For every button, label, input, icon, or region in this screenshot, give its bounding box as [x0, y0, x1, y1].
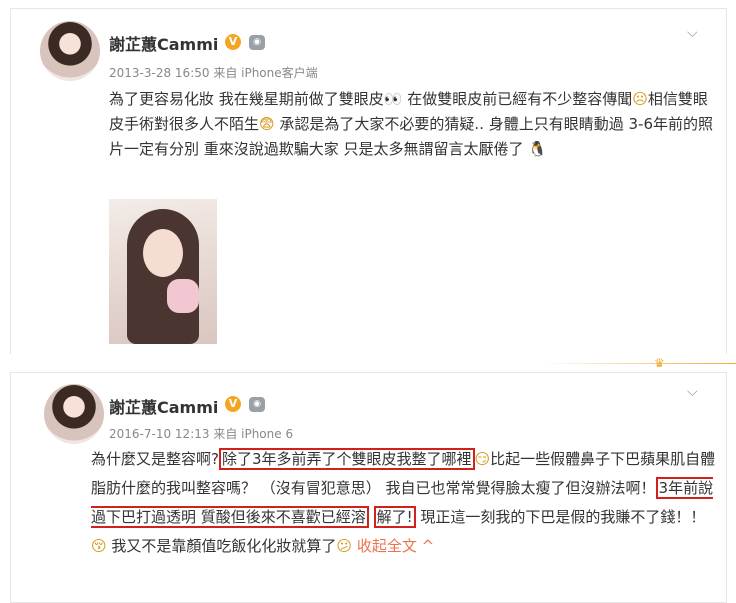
author-name[interactable]: 謝芷蕙Cammi: [109, 394, 218, 418]
penguin-emoji-icon: 🐧: [528, 140, 548, 158]
post-text: 為什麼又是整容啊? 除了3年多前弄了个雙眼皮我整了哪裡 😏比起一些假體鼻子下巴蘋果肌…: [91, 445, 716, 561]
author-name[interactable]: 謝芷蕙Cammi: [109, 31, 218, 55]
shocked-emoji-icon: 😨: [259, 115, 275, 133]
confused-emoji-icon: 😕: [336, 537, 353, 555]
author-avatar[interactable]: [40, 21, 100, 81]
sad-face-emoji-icon: ☹: [632, 90, 648, 108]
post-timestamp-source[interactable]: 2013-3-28 16:50 来自 iPhone客户端: [109, 64, 318, 81]
verified-badge-icon: V: [225, 34, 241, 50]
member-robot-icon: ◉: [249, 35, 265, 50]
chevron-down-icon[interactable]: ⌵: [687, 384, 698, 400]
collapse-full-text-link[interactable]: 收起全文 ^: [352, 537, 434, 555]
text-segment: 現正這一刻我的下巴是假的我賺不了錢！！: [415, 508, 706, 526]
post-timestamp-source[interactable]: 2016-7-10 12:13 来自 iPhone 6: [109, 425, 293, 442]
text-segment: 為了更容易化妝 我在幾星期前做了雙眼皮: [109, 90, 384, 108]
post-text: 為了更容易化妝 我在幾星期前做了雙眼皮👀 在做雙眼皮前已經有不少整容傳聞☹相信雙…: [109, 87, 714, 162]
author-avatar[interactable]: [44, 384, 104, 444]
crown-icon: ♛: [654, 356, 665, 370]
verified-badge-icon: V: [225, 396, 241, 412]
highlight-box: 除了3年多前弄了个雙眼皮我整了哪裡: [218, 448, 475, 470]
member-robot-icon: ◉: [249, 397, 265, 412]
text-segment: 在做雙眼皮前已經有不少整容傳聞: [402, 90, 633, 108]
smirk-emoji-icon: 😏: [474, 450, 491, 468]
weibo-post-card: 謝芷蕙Cammi V ◉ ⌵ 2016-7-10 12:13 来自 iPhone…: [10, 372, 727, 603]
post-photo[interactable]: [109, 199, 217, 344]
text-segment: 我又不是靠顏值吃飯化化妝就算了: [106, 537, 337, 555]
divider-decoration: ♛: [0, 355, 736, 371]
chevron-down-icon[interactable]: ⌵: [687, 25, 698, 41]
weibo-post-card: 謝芷蕙Cammi V ◉ ⌵ 2013-3-28 16:50 来自 iPhone…: [10, 8, 727, 354]
text-segment: 為什麼又是整容啊?: [91, 450, 219, 468]
kiss-emoji-icon: 😚: [91, 537, 107, 555]
highlight-box: 解了!: [373, 506, 416, 528]
eyes-emoji-icon: 👀: [383, 90, 403, 108]
